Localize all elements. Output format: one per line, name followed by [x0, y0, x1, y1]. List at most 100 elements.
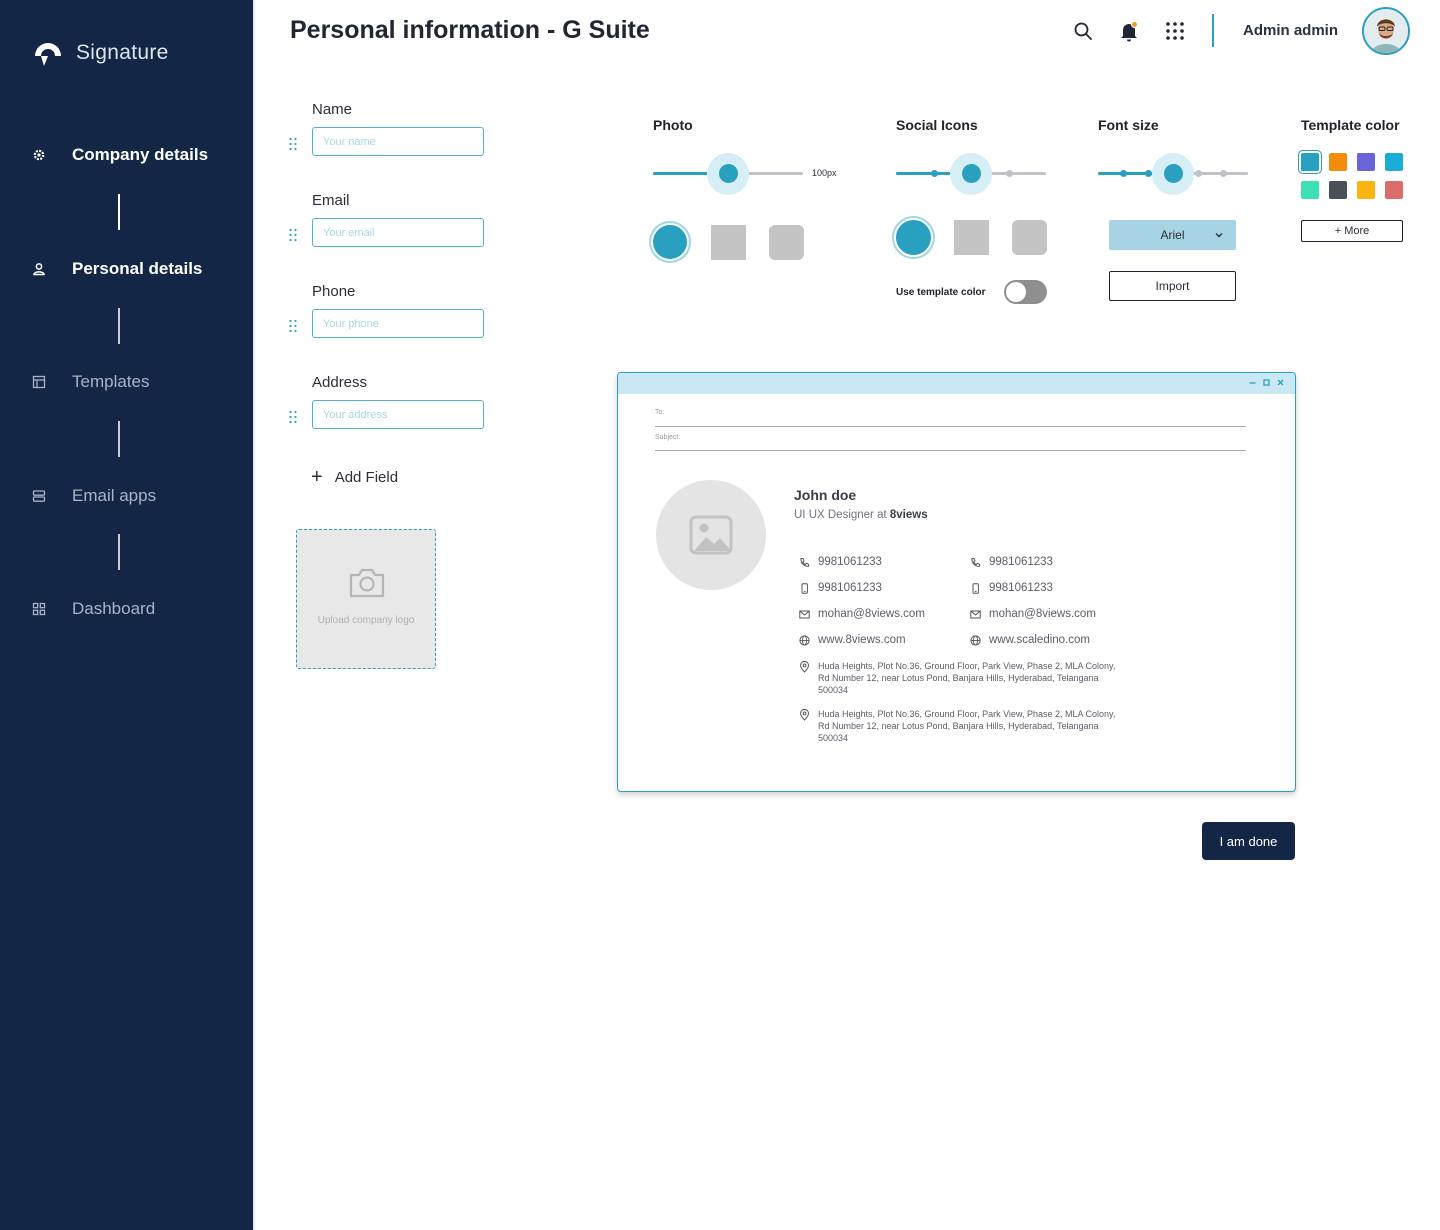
photo-shape-rounded[interactable]: [769, 225, 804, 260]
signature-name: John doe: [794, 487, 857, 503]
preview-titlebar: [618, 373, 1295, 394]
sidebar-item-dashboard[interactable]: Dashboard: [31, 599, 155, 619]
drag-handle-icon[interactable]: [288, 228, 298, 242]
address-label: Address: [312, 374, 368, 391]
color-swatch[interactable]: [1329, 181, 1347, 199]
done-button[interactable]: I am done: [1202, 822, 1295, 860]
font-size-slider[interactable]: [1098, 153, 1248, 195]
name-label: Name: [312, 101, 353, 118]
template-color-title: Template color: [1301, 117, 1400, 133]
drag-handle-icon[interactable]: [288, 410, 298, 424]
import-font-button[interactable]: Import: [1109, 271, 1236, 301]
template-icon: [31, 374, 47, 390]
name-input[interactable]: [312, 127, 484, 156]
more-colors-button[interactable]: + More: [1301, 220, 1403, 242]
address-input[interactable]: [312, 400, 484, 429]
subject-field-line[interactable]: [655, 450, 1246, 451]
color-swatch[interactable]: [1329, 153, 1347, 171]
role-text: UI UX Designer at: [794, 509, 890, 521]
grid-icon: [31, 601, 47, 617]
nav-connector: [118, 421, 120, 457]
mobile-icon: [972, 582, 979, 594]
social-shape-square[interactable]: [954, 220, 989, 255]
signature-email: mohan@8views.com: [799, 608, 925, 620]
avatar[interactable]: [1362, 7, 1410, 55]
drag-handle-icon[interactable]: [288, 319, 298, 333]
font-family-select[interactable]: Ariel: [1109, 220, 1236, 250]
close-icon[interactable]: [1275, 377, 1286, 388]
upload-logo-label: Upload company logo: [317, 615, 415, 626]
signature-photo-placeholder: [656, 480, 766, 590]
sidebar-item-personal-details[interactable]: Personal details: [31, 259, 202, 279]
sidebar: Signature Company details Personal detai…: [0, 0, 255, 1230]
color-swatch[interactable]: [1385, 153, 1403, 171]
bell-icon[interactable]: [1118, 20, 1140, 42]
toggle-knob: [1006, 282, 1026, 302]
mobile-icon: [801, 582, 808, 594]
to-label: To:: [655, 409, 665, 416]
to-field-line[interactable]: [655, 426, 1246, 427]
use-template-color-toggle[interactable]: [1004, 280, 1047, 304]
phone-icon: [800, 557, 810, 567]
signature-website: www.8views.com: [799, 634, 906, 646]
social-shape-rounded[interactable]: [1012, 220, 1047, 255]
sidebar-item-email-apps[interactable]: Email apps: [31, 486, 156, 506]
color-swatch[interactable]: [1357, 153, 1375, 171]
photo-shape-circle[interactable]: [651, 223, 689, 261]
sidebar-item-label: Personal details: [72, 259, 203, 278]
search-icon[interactable]: [1072, 20, 1094, 42]
signature-phone: 9981061233: [799, 556, 882, 568]
globe-icon: [970, 634, 981, 646]
color-swatch[interactable]: [1385, 181, 1403, 199]
company-name: 8views: [889, 509, 928, 521]
server-icon: [31, 488, 47, 504]
globe-icon: [799, 634, 810, 646]
sidebar-item-label: Company details: [72, 145, 209, 164]
signature-website: www.scaledino.com: [970, 634, 1090, 646]
slider-step-tick: [1144, 170, 1152, 177]
social-shape-circle[interactable]: [894, 218, 933, 257]
slider-thumb[interactable]: [718, 164, 738, 183]
header-divider: [1212, 14, 1214, 47]
photo-size-slider[interactable]: [653, 153, 803, 195]
sidebar-item-company-details[interactable]: Company details: [31, 145, 208, 165]
signature-mobile: 9981061233: [970, 582, 1053, 594]
photo-title: Photo: [653, 117, 693, 133]
slider-step-tick: [930, 170, 938, 177]
image-icon: [689, 515, 733, 555]
mail-icon: [970, 610, 981, 618]
slider-step-tick: [1194, 170, 1202, 177]
nav-connector: [118, 308, 120, 344]
slider-thumb[interactable]: [1163, 164, 1183, 183]
signature-address: Huda Heights, Plot No.36, Ground Floor, …: [799, 660, 1118, 696]
location-pin-icon: [799, 661, 810, 673]
color-swatch[interactable]: [1357, 181, 1375, 199]
admin-name[interactable]: Admin admin: [1243, 22, 1338, 39]
email-input[interactable]: [312, 218, 484, 247]
slider-thumb[interactable]: [961, 164, 981, 183]
social-icon-size-slider[interactable]: [896, 153, 1046, 195]
signature-preview-window: To: Subject: John doe UI UX Designer at …: [617, 372, 1296, 792]
photo-size-value: 100px: [812, 168, 837, 178]
sidebar-item-templates[interactable]: Templates: [31, 372, 149, 392]
add-field-button[interactable]: + Add Field: [311, 467, 398, 487]
user-icon: [31, 261, 47, 277]
upload-logo-dropzone[interactable]: Upload company logo: [296, 529, 436, 669]
color-swatch[interactable]: [1301, 153, 1319, 171]
nav-connector: [118, 194, 120, 230]
font-family-value: Ariel: [1160, 228, 1185, 242]
slider-step-tick: [1119, 170, 1127, 177]
signature-phone: 9981061233: [970, 556, 1053, 568]
camera-icon: [349, 568, 385, 598]
signature-role: UI UX Designer at 8views: [794, 509, 928, 521]
brand[interactable]: Signature: [31, 36, 169, 70]
drag-handle-icon[interactable]: [288, 137, 298, 151]
photo-shape-square[interactable]: [711, 225, 746, 260]
phone-label: Phone: [312, 283, 356, 300]
phone-input[interactable]: [312, 309, 484, 338]
sidebar-item-label: Dashboard: [72, 599, 156, 618]
color-swatch[interactable]: [1301, 181, 1319, 199]
minimize-icon[interactable]: [1247, 377, 1258, 388]
maximize-icon[interactable]: [1261, 377, 1272, 388]
apps-icon[interactable]: [1164, 20, 1186, 42]
